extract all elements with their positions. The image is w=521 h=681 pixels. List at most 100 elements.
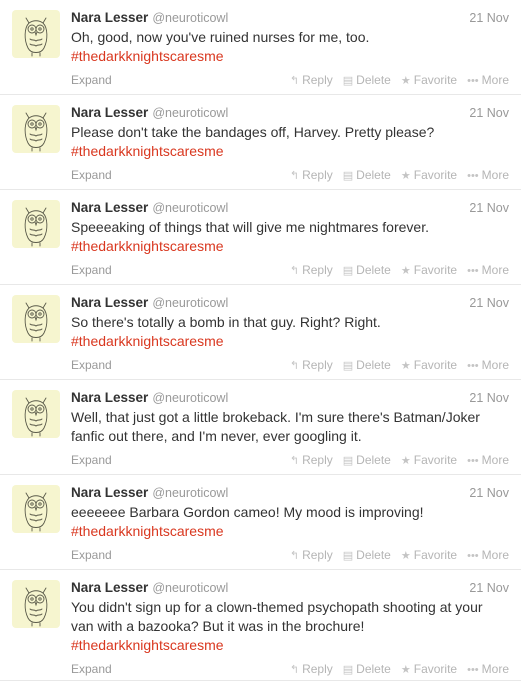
user-handle[interactable]: @neuroticowl (152, 296, 228, 310)
tweet[interactable]: Nara Lesser @neuroticowl 21 Nov Oh, good, n… (0, 0, 521, 95)
more-button[interactable]: ••• More (467, 72, 509, 89)
reply-label: Reply (302, 358, 333, 372)
star-icon: ★ (400, 360, 411, 372)
tweet-text-line: You didn't sign up for a clown-themed ps… (71, 599, 483, 615)
hashtag-link[interactable]: #thedarkknightscaresme (71, 636, 511, 655)
reply-button[interactable]: ↰ Reply (290, 167, 333, 184)
favorite-button[interactable]: ★ Favorite (401, 661, 457, 678)
user-name[interactable]: Nara Lesser (71, 295, 148, 310)
more-button[interactable]: ••• More (467, 262, 509, 279)
avatar[interactable] (12, 200, 60, 248)
delete-button[interactable]: ▤ Delete (343, 547, 391, 564)
expand-link[interactable]: Expand (71, 262, 112, 278)
tweet[interactable]: Nara Lesser @neuroticowl 21 Nov You didn't … (0, 570, 521, 681)
tweet-feed: Nara Lesser @neuroticowl 21 Nov Oh, good, n… (0, 0, 521, 681)
hashtag-link[interactable]: #thedarkknightscaresme (71, 332, 511, 351)
ellipsis-icon: ••• (467, 550, 479, 562)
favorite-button[interactable]: ★ Favorite (401, 72, 457, 89)
expand-link[interactable]: Expand (71, 357, 112, 373)
tweet[interactable]: Nara Lesser @neuroticowl 21 Nov Speeeaking … (0, 190, 521, 285)
tweet-text: Oh, good, now you've ruined nurses for m… (71, 28, 511, 66)
tweet-footer: Expand ↰ Reply ▤ Delete ★ Favorite ••• More (71, 357, 509, 373)
more-button[interactable]: ••• More (467, 452, 509, 469)
hashtag-link[interactable]: #thedarkknightscaresme (71, 237, 511, 256)
reply-button[interactable]: ↰ Reply (290, 357, 333, 374)
reply-button[interactable]: ↰ Reply (290, 547, 333, 564)
avatar[interactable] (12, 295, 60, 343)
timestamp[interactable]: 21 Nov (469, 199, 509, 217)
user-name[interactable]: Nara Lesser (71, 580, 148, 595)
timestamp[interactable]: 21 Nov (469, 484, 509, 502)
reply-button[interactable]: ↰ Reply (290, 72, 333, 89)
hashtag-link[interactable]: #thedarkknightscaresme (71, 142, 511, 161)
hashtag-link[interactable]: #thedarkknightscaresme (71, 47, 511, 66)
favorite-button[interactable]: ★ Favorite (401, 357, 457, 374)
trash-icon: ▤ (342, 455, 354, 467)
tweet[interactable]: Nara Lesser @neuroticowl 21 Nov Please don'… (0, 95, 521, 190)
reply-label: Reply (302, 453, 333, 467)
user-name[interactable]: Nara Lesser (71, 105, 148, 120)
expand-link[interactable]: Expand (71, 167, 112, 183)
more-button[interactable]: ••• More (467, 167, 509, 184)
expand-link[interactable]: Expand (71, 547, 112, 563)
expand-link[interactable]: Expand (71, 72, 112, 88)
more-button[interactable]: ••• More (467, 661, 509, 678)
user-name[interactable]: Nara Lesser (71, 390, 148, 405)
reply-arrow-icon: ↰ (289, 664, 300, 676)
delete-button[interactable]: ▤ Delete (343, 72, 391, 89)
tweet-footer: Expand ↰ Reply ▤ Delete ★ Favorite ••• More (71, 72, 509, 88)
timestamp[interactable]: 21 Nov (469, 104, 509, 122)
hashtag-link[interactable]: #thedarkknightscaresme (71, 522, 511, 541)
reply-button[interactable]: ↰ Reply (290, 262, 333, 279)
avatar[interactable] (12, 105, 60, 153)
user-handle[interactable]: @neuroticowl (152, 391, 228, 405)
ellipsis-icon: ••• (467, 360, 479, 372)
timestamp[interactable]: 21 Nov (469, 389, 509, 407)
avatar[interactable] (12, 10, 60, 58)
timestamp[interactable]: 21 Nov (469, 579, 509, 597)
tweet-header: Nara Lesser @neuroticowl 21 Nov (71, 294, 509, 312)
timestamp[interactable]: 21 Nov (469, 294, 509, 312)
reply-label: Reply (302, 263, 333, 277)
tweet-text-line: Please don't take the bandages off, Harv… (71, 124, 435, 140)
avatar[interactable] (12, 485, 60, 533)
star-icon: ★ (400, 170, 411, 182)
tweet[interactable]: Nara Lesser @neuroticowl 21 Nov eeeeeee Bar… (0, 475, 521, 570)
delete-button[interactable]: ▤ Delete (343, 167, 391, 184)
avatar[interactable] (12, 580, 60, 628)
favorite-button[interactable]: ★ Favorite (401, 167, 457, 184)
favorite-button[interactable]: ★ Favorite (401, 452, 457, 469)
delete-label: Delete (356, 662, 391, 676)
more-label: More (481, 358, 509, 372)
more-button[interactable]: ••• More (467, 357, 509, 374)
tweet[interactable]: Nara Lesser @neuroticowl 21 Nov Well, that … (0, 380, 521, 475)
timestamp[interactable]: 21 Nov (469, 9, 509, 27)
tweet-text-line: Well, that just got a little brokeback. … (71, 409, 480, 425)
user-name[interactable]: Nara Lesser (71, 485, 148, 500)
delete-label: Delete (356, 168, 391, 182)
favorite-button[interactable]: ★ Favorite (401, 547, 457, 564)
delete-button[interactable]: ▤ Delete (343, 452, 391, 469)
ellipsis-icon: ••• (467, 170, 479, 182)
tweet[interactable]: Nara Lesser @neuroticowl 21 Nov So there's … (0, 285, 521, 380)
user-name[interactable]: Nara Lesser (71, 200, 148, 215)
user-handle[interactable]: @neuroticowl (152, 581, 228, 595)
favorite-button[interactable]: ★ Favorite (401, 262, 457, 279)
user-name[interactable]: Nara Lesser (71, 10, 148, 25)
avatar[interactable] (12, 390, 60, 438)
reply-button[interactable]: ↰ Reply (290, 661, 333, 678)
user-handle[interactable]: @neuroticowl (152, 486, 228, 500)
more-button[interactable]: ••• More (467, 547, 509, 564)
tweet-text-line: van with a bazooka? But it was in the br… (71, 618, 365, 634)
delete-button[interactable]: ▤ Delete (343, 357, 391, 374)
delete-button[interactable]: ▤ Delete (343, 661, 391, 678)
user-handle[interactable]: @neuroticowl (152, 11, 228, 25)
expand-link[interactable]: Expand (71, 452, 112, 468)
owl-sketch-icon (12, 485, 60, 533)
expand-link[interactable]: Expand (71, 661, 112, 677)
delete-button[interactable]: ▤ Delete (343, 262, 391, 279)
favorite-label: Favorite (413, 263, 458, 277)
reply-button[interactable]: ↰ Reply (290, 452, 333, 469)
user-handle[interactable]: @neuroticowl (152, 201, 228, 215)
user-handle[interactable]: @neuroticowl (152, 106, 228, 120)
